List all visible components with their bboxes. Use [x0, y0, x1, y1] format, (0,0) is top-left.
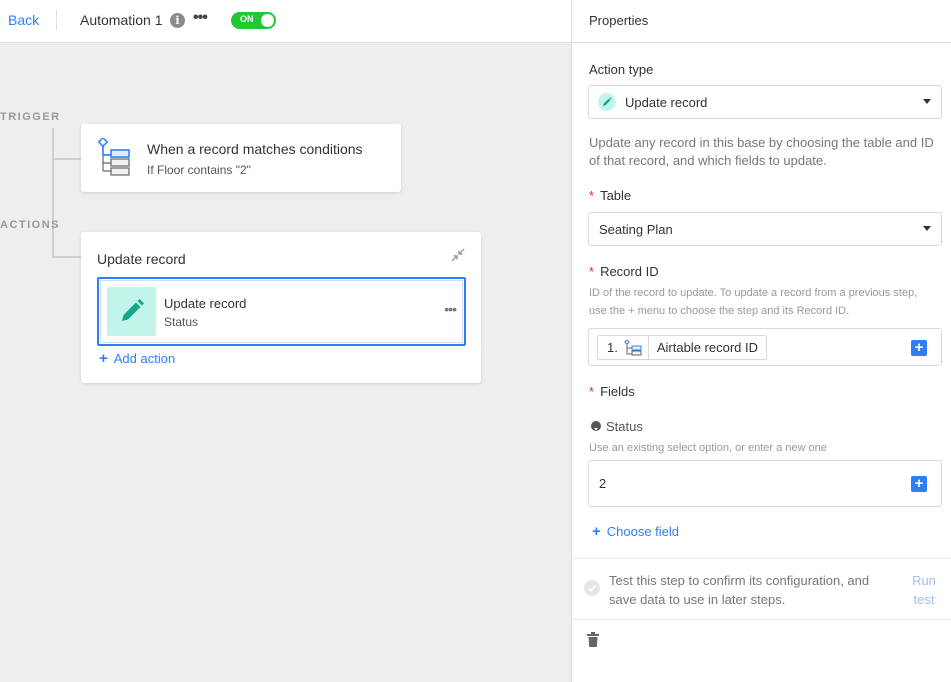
table-select[interactable]: Seating Plan [588, 212, 942, 246]
token-step: 1. [598, 336, 648, 359]
field-hint: Use an existing select option, or enter … [589, 442, 827, 454]
chevron-down-icon [923, 226, 931, 231]
toggle-label: ON [240, 14, 254, 24]
trigger-step-icon [624, 339, 642, 355]
back-link[interactable]: Back [8, 12, 39, 28]
collapse-icon[interactable] [451, 248, 465, 262]
chevron-down-icon [923, 99, 931, 104]
fields-label-text: Fields [600, 384, 635, 399]
table-label: * Table [589, 188, 631, 203]
info-icon[interactable]: i [170, 13, 185, 28]
panel-header: Properties [572, 0, 951, 43]
action-type-select[interactable]: Update record [588, 85, 942, 119]
required-marker: * [589, 188, 595, 203]
panel-title: Properties [589, 13, 649, 28]
more-icon[interactable]: ••• [444, 301, 457, 317]
table-value: Seating Plan [599, 222, 673, 237]
insert-token-button[interactable]: + [911, 476, 927, 492]
insert-token-button[interactable]: + [911, 340, 927, 356]
properties-panel: Properties Action type Update record Upd… [571, 0, 951, 682]
action-type-label: Action type [589, 62, 654, 77]
actions-section-label: ACTIONS [0, 219, 60, 231]
check-circle-icon [584, 580, 600, 596]
run-test-button[interactable]: Run test [907, 571, 941, 609]
record-id-hint: ID of the record to update. To update a … [589, 287, 918, 317]
action-type-value: Update record [625, 95, 708, 110]
action-description: Update any record in this base by choosi… [589, 135, 934, 168]
automation-toggle[interactable]: ON [231, 12, 276, 29]
section-divider [572, 558, 951, 559]
record-id-token[interactable]: 1. Airtable record ID [597, 335, 767, 360]
pencil-icon [598, 93, 616, 111]
record-id-field[interactable]: 1. Airtable record ID + [588, 328, 942, 366]
section-divider [572, 619, 951, 620]
required-marker: * [589, 264, 595, 279]
connector-line [52, 158, 81, 160]
actions-card-title: Update record [97, 251, 186, 267]
trigger-subtitle: If Floor contains "2" [147, 163, 251, 177]
automation-canvas: Back Automation 1 i ••• ON TRIGGER ACTIO… [0, 0, 571, 682]
single-select-icon [591, 421, 601, 431]
connector-line [52, 128, 54, 258]
topbar-divider [56, 10, 57, 30]
plus-icon: + [99, 350, 108, 367]
record-id-label-text: Record ID [600, 264, 659, 279]
action-icon-container [107, 287, 156, 336]
connector-line [52, 256, 81, 258]
field-name-status: Status [606, 419, 643, 434]
record-id-label: * Record ID [589, 264, 659, 279]
pencil-icon [122, 299, 144, 321]
status-field-value: 2 [599, 476, 607, 491]
action-item-title: Update record [164, 296, 247, 311]
fields-label: * Fields [589, 384, 635, 399]
action-item[interactable]: Update record Status ••• [97, 277, 466, 346]
table-label-text: Table [600, 188, 632, 203]
choose-field-label: Choose field [606, 524, 680, 539]
toggle-knob [261, 14, 274, 27]
actions-card: Update record Update record Status ••• +… [81, 232, 481, 383]
trigger-card[interactable]: When a record matches conditions If Floo… [81, 124, 401, 192]
canvas-topbar: Back Automation 1 i ••• ON [0, 0, 571, 43]
add-action-label: Add action [113, 351, 176, 366]
more-icon[interactable]: ••• [193, 9, 208, 27]
trash-icon[interactable] [587, 632, 599, 647]
token-label: Airtable record ID [647, 336, 766, 359]
automation-name[interactable]: Automation 1 [80, 12, 163, 28]
plus-icon: + [592, 523, 601, 540]
trigger-title: When a record matches conditions [147, 141, 363, 157]
test-step-description: Test this step to confirm its configurat… [609, 573, 870, 607]
choose-field-button[interactable]: + Choose field [592, 523, 679, 540]
record-conditions-icon [97, 138, 130, 176]
trigger-section-label: TRIGGER [0, 111, 61, 123]
token-step-number: 1. [607, 340, 618, 355]
add-action-button[interactable]: + Add action [99, 350, 175, 367]
action-item-subtitle: Status [164, 315, 199, 329]
required-marker: * [589, 384, 595, 399]
status-field-input[interactable]: 2 + [588, 460, 942, 507]
